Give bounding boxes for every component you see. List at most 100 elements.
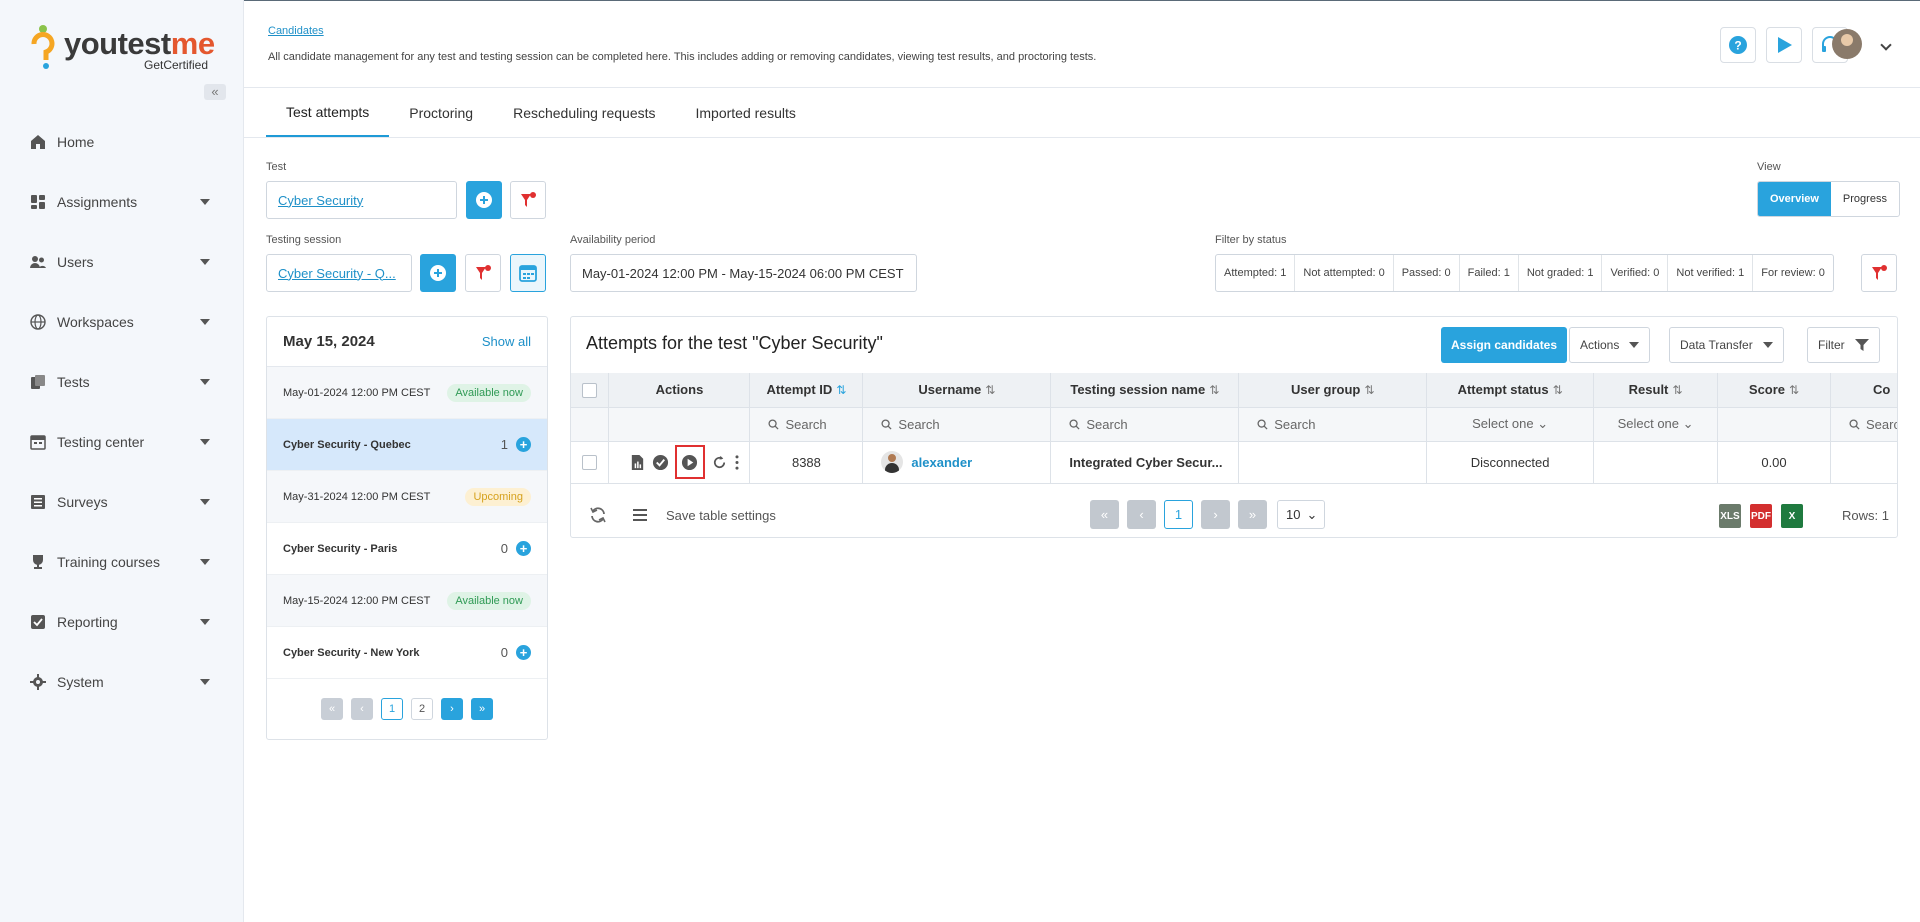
sidebar-item-assignments[interactable]: Assignments	[0, 172, 244, 232]
sort-icon[interactable]: ⇅	[1789, 383, 1799, 397]
logo[interactable]: youtestme GetCertified	[30, 22, 220, 74]
report-icon[interactable]	[629, 454, 646, 471]
first-page-button[interactable]: «	[1090, 500, 1119, 529]
add-candidate-icon[interactable]: +	[516, 541, 531, 556]
check-circle-icon[interactable]	[652, 454, 669, 471]
next-page-button[interactable]: ›	[441, 698, 463, 720]
save-table-settings-button[interactable]: Save table settings	[666, 508, 776, 523]
actions-dropdown[interactable]: Actions	[1569, 327, 1651, 363]
clear-status-filter-button[interactable]	[1861, 254, 1897, 292]
sort-asc-icon[interactable]: ⇅	[836, 383, 846, 397]
status-filter-passed[interactable]: Passed: 0	[1394, 255, 1460, 291]
filter-user-group[interactable]: Search	[1238, 407, 1428, 442]
page-button[interactable]: 1	[1164, 500, 1193, 529]
tab-rescheduling-requests[interactable]: Rescheduling requests	[493, 89, 675, 137]
export-pdf-button[interactable]: PDF	[1750, 504, 1772, 528]
calendar-session-row[interactable]: Cyber Security - Quebec 1 +	[267, 419, 547, 471]
availability-field[interactable]: May-01-2024 12:00 PM - May-15-2024 06:00…	[570, 254, 917, 292]
add-test-button[interactable]	[466, 181, 502, 219]
reset-icon[interactable]	[711, 454, 728, 471]
add-session-button[interactable]	[420, 254, 456, 292]
page-size-select[interactable]: 10 ⌄	[1277, 500, 1325, 529]
column-header-score[interactable]: Score ⇅	[1717, 373, 1831, 408]
tab-test-attempts[interactable]: Test attempts	[266, 89, 390, 137]
filter-truncated[interactable]: Search	[1830, 407, 1897, 442]
sidebar-item-tests[interactable]: Tests	[0, 352, 244, 412]
show-all-link[interactable]: Show all	[482, 334, 531, 349]
last-page-button[interactable]: »	[471, 698, 493, 720]
add-candidate-icon[interactable]: +	[516, 645, 531, 660]
filter-attempt-status[interactable]: Select one ⌄	[1426, 407, 1595, 442]
select-all-checkbox[interactable]	[582, 382, 598, 398]
status-filter-for-review[interactable]: For review: 0	[1753, 255, 1833, 291]
filter-button[interactable]: Filter	[1807, 327, 1880, 363]
sidebar-item-home[interactable]: Home	[0, 112, 244, 172]
status-filter-attempted[interactable]: Attempted: 1	[1216, 255, 1296, 291]
clear-test-filter-button[interactable]	[510, 181, 546, 219]
help-button[interactable]: ?	[1720, 27, 1756, 63]
calendar-session-row[interactable]: Cyber Security - Paris 0 +	[267, 523, 547, 575]
calendar-session-row[interactable]: Cyber Security - New York 0 +	[267, 627, 547, 679]
user-avatar[interactable]	[1832, 29, 1862, 59]
column-header-username[interactable]: Username ⇅	[862, 373, 1052, 408]
column-header-result[interactable]: Result ⇅	[1593, 373, 1719, 408]
page-button[interactable]: 1	[381, 698, 403, 720]
sort-icon[interactable]: ⇅	[985, 383, 995, 397]
sort-icon[interactable]: ⇅	[1553, 383, 1563, 397]
last-page-button[interactable]: »	[1238, 500, 1267, 529]
prev-page-button[interactable]: ‹	[1127, 500, 1156, 529]
refresh-icon[interactable]	[589, 506, 607, 524]
add-candidate-icon[interactable]: +	[516, 437, 531, 452]
filter-username[interactable]: Search	[862, 407, 1052, 442]
export-excel-button[interactable]: X	[1781, 504, 1803, 528]
more-vertical-icon[interactable]	[734, 454, 740, 471]
session-field[interactable]: Cyber Security - Q...	[266, 254, 412, 292]
sidebar-item-workspaces[interactable]: Workspaces	[0, 292, 244, 352]
tab-proctoring[interactable]: Proctoring	[389, 89, 493, 137]
sidebar-item-surveys[interactable]: Surveys	[0, 472, 244, 532]
column-header-truncated[interactable]: Co	[1830, 373, 1897, 408]
filter-attempt-id[interactable]: Search	[749, 407, 864, 442]
sidebar-item-reporting[interactable]: Reporting	[0, 592, 244, 652]
tab-imported-results[interactable]: Imported results	[676, 89, 816, 137]
row-checkbox[interactable]	[582, 455, 598, 471]
sort-icon[interactable]: ⇅	[1364, 383, 1374, 397]
sidebar-item-users[interactable]: Users	[0, 232, 244, 292]
calendar-view-button[interactable]	[510, 254, 546, 292]
status-filter-failed[interactable]: Failed: 1	[1460, 255, 1519, 291]
assign-candidates-button[interactable]: Assign candidates	[1441, 327, 1568, 363]
status-filter-not-verified[interactable]: Not verified: 1	[1668, 255, 1754, 291]
view-progress-button[interactable]: Progress	[1831, 182, 1899, 216]
sort-icon[interactable]: ⇅	[1209, 383, 1219, 397]
video-tutorial-button[interactable]	[1766, 27, 1802, 63]
list-settings-icon[interactable]	[632, 507, 648, 523]
filter-session[interactable]: Search	[1050, 407, 1240, 442]
sidebar-item-testing-center[interactable]: Testing center	[0, 412, 244, 472]
next-page-button[interactable]: ›	[1201, 500, 1230, 529]
sidebar-item-training-courses[interactable]: Training courses	[0, 532, 244, 592]
sort-icon[interactable]: ⇅	[1672, 383, 1682, 397]
first-page-button[interactable]: «	[321, 698, 343, 720]
export-xls-button[interactable]: XLS	[1719, 504, 1741, 528]
test-field[interactable]: Cyber Security	[266, 181, 457, 219]
page-button[interactable]: 2	[411, 698, 433, 720]
status-filter-not-attempted[interactable]: Not attempted: 0	[1295, 255, 1394, 291]
sidebar-item-system[interactable]: System	[0, 652, 244, 712]
data-transfer-dropdown[interactable]: Data Transfer	[1669, 327, 1784, 363]
filter-result[interactable]: Select one ⌄	[1593, 407, 1719, 442]
view-overview-button[interactable]: Overview	[1758, 182, 1831, 216]
status-filter-verified[interactable]: Verified: 0	[1602, 255, 1669, 291]
play-attempt-button[interactable]	[674, 445, 705, 479]
chevron-down-icon[interactable]	[1880, 39, 1892, 51]
column-header-attempt-status[interactable]: Attempt status ⇅	[1426, 373, 1595, 408]
cell-session-link[interactable]: Integrated Cyber Secur...	[1050, 441, 1240, 484]
clear-session-filter-button[interactable]	[465, 254, 501, 292]
column-header-attempt-id[interactable]: Attempt ID ⇅	[749, 373, 864, 408]
breadcrumb[interactable]: Candidates	[268, 25, 324, 37]
column-header-user-group[interactable]: User group ⇅	[1238, 373, 1428, 408]
column-header-session[interactable]: Testing session name ⇅	[1050, 373, 1240, 408]
status-filter-not-graded[interactable]: Not graded: 1	[1519, 255, 1603, 291]
collapse-sidebar-button[interactable]: «	[204, 84, 226, 100]
username-link[interactable]: alexander	[911, 455, 972, 470]
prev-page-button[interactable]: ‹	[351, 698, 373, 720]
